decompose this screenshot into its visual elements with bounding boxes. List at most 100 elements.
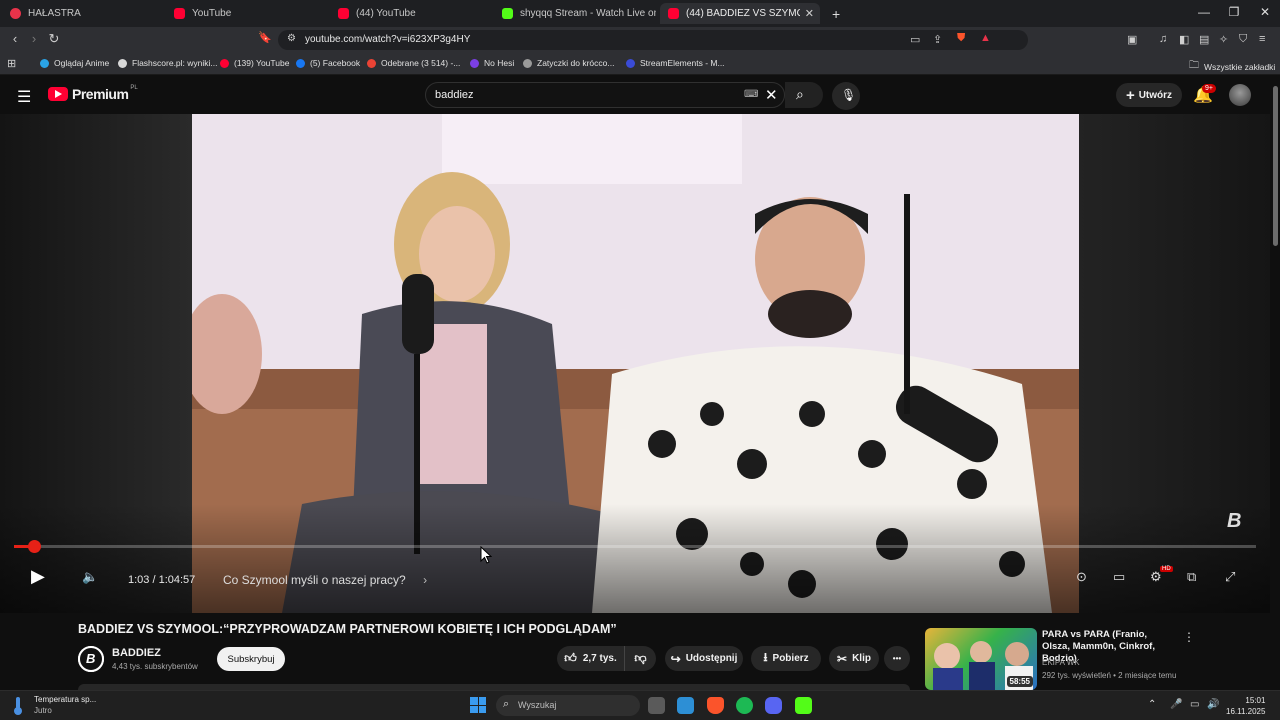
more-options-icon[interactable]: ⋮	[1183, 630, 1195, 644]
menu-icon[interactable]: ≡	[1259, 33, 1265, 45]
bookmark-item[interactable]: No Hesi	[470, 58, 514, 68]
chapter-title[interactable]: Co Szymool myśli o naszej pracy? ›	[223, 573, 427, 587]
cast-icon[interactable]: ▭	[910, 33, 920, 46]
site-info-icon[interactable]: ⚙	[287, 33, 296, 44]
youtube-premium-logo[interactable]: Premium PL	[48, 85, 138, 102]
system-clock[interactable]: 15:01 16.11.2025	[1226, 695, 1265, 717]
back-icon[interactable]: ‹	[6, 31, 24, 46]
time-display: 1:03 / 1:04:57	[128, 574, 196, 586]
sidebar-icon[interactable]: ◧	[1179, 33, 1189, 46]
discord-icon[interactable]	[765, 697, 782, 714]
share-icon[interactable]: ⇪	[933, 33, 942, 46]
wallet-icon[interactable]: ▤	[1199, 33, 1209, 46]
page-scrollbar[interactable]	[1271, 76, 1280, 690]
close-tab-icon[interactable]: ✕	[805, 7, 814, 20]
microphone-tray-icon[interactable]: 🎤	[1170, 699, 1182, 710]
bookmark-item[interactable]: (139) YouTube	[220, 58, 289, 68]
download-button[interactable]: ⭳ Pobierz	[751, 646, 821, 671]
miniplayer-icon[interactable]: ⧉	[1187, 569, 1196, 585]
brave-shields-icon[interactable]: ⛊	[957, 32, 965, 45]
tab-kick[interactable]: shyqqq Stream - Watch Live on Kick	[494, 3, 656, 24]
music-icon[interactable]: ♫	[1159, 33, 1167, 45]
desktop-app-icon[interactable]	[677, 697, 694, 714]
network-icon[interactable]: ▭	[1190, 699, 1199, 710]
tab-label: (44) YouTube	[356, 8, 416, 19]
scrollbar-thumb[interactable]	[1273, 86, 1278, 246]
minimize-icon[interactable]: —	[1189, 5, 1219, 19]
tab-active-video[interactable]: (44) BADDIEZ VS SZYMOOL:"PRZ ✕	[660, 3, 820, 24]
chevron-up-icon[interactable]: ⌃	[1148, 699, 1156, 710]
like-button[interactable]: 👍︎ 2,7 tys.	[557, 646, 624, 671]
scrubber-handle[interactable]	[28, 540, 41, 553]
leo-ai-icon[interactable]: ✧	[1219, 33, 1228, 46]
autoplay-toggle-icon[interactable]: ⊙	[1076, 569, 1087, 585]
more-actions-button[interactable]: •••	[884, 646, 910, 671]
avatar[interactable]	[1229, 84, 1251, 106]
bookmark-item[interactable]: Oglądaj Anime	[40, 58, 109, 68]
progress-bar[interactable]	[14, 540, 1256, 553]
bookmark-label: Oglądaj Anime	[54, 58, 110, 68]
url-bar[interactable]: ⚙ youtube.com/watch?v=i623XP3g4HY ▭ ⇪ ⛊ …	[278, 30, 1028, 50]
clip-button[interactable]: ✂ Klip	[829, 646, 879, 671]
subscriber-count: 4,43 tys. subskrybentów	[112, 662, 198, 671]
clear-search-icon[interactable]: ✕	[765, 86, 778, 104]
close-window-icon[interactable]: ✕	[1250, 5, 1280, 19]
fullscreen-icon[interactable]: ⤢	[1225, 569, 1235, 585]
share-button[interactable]: ↪ Udostępnij	[665, 646, 743, 671]
taskbar-search[interactable]: ⌕ Wyszukaj	[496, 695, 640, 716]
bookmarks-bar: ⊞ Oglądaj Anime Flashscore.pl: wyniki...…	[0, 53, 1280, 75]
bookmark-item[interactable]: Zatyczki do krócco...	[523, 58, 614, 68]
play-icon[interactable]: ▶	[31, 566, 45, 587]
bookmark-label: No Hesi	[484, 58, 515, 68]
brave-browser-icon[interactable]	[707, 697, 724, 714]
bookmark-item[interactable]: Flashscore.pl: wyniki...	[118, 58, 218, 68]
channel-name[interactable]: BADDIEZ	[112, 647, 161, 659]
reload-icon[interactable]: ↻	[45, 31, 63, 47]
windows-start-icon[interactable]	[470, 697, 486, 713]
speaker-icon[interactable]: 🔊	[1207, 699, 1219, 710]
search-button[interactable]: ⌕	[785, 82, 823, 108]
voice-search-button[interactable]: 🎙	[832, 82, 860, 110]
video-player[interactable]: ▶ 🔈 1:03 / 1:04:57 Co Szymool myśli o na…	[0, 114, 1270, 613]
keyboard-icon[interactable]: ⌨	[744, 89, 758, 100]
weather-widget[interactable]: Temperatura sp... Jutro	[34, 694, 96, 716]
recommended-video-thumbnail[interactable]: 58:55	[925, 628, 1037, 690]
subscribe-button[interactable]: Subskrybuj	[217, 647, 285, 671]
kick-app-icon[interactable]	[795, 697, 812, 714]
sidebar-panel-icon[interactable]: ▣	[1127, 33, 1137, 46]
download-label: Pobierz	[772, 653, 809, 664]
channel-avatar[interactable]: B	[78, 646, 104, 672]
channel-watermark-logo[interactable]: B	[1227, 510, 1241, 533]
url-text[interactable]: youtube.com/watch?v=i623XP3g4HY	[305, 34, 470, 45]
recommended-channel[interactable]: EKIPA WK	[1042, 658, 1080, 667]
tab-youtube-44[interactable]: (44) YouTube	[330, 3, 490, 24]
bookmark-item[interactable]: Odebrane (3 514) -...	[367, 58, 460, 68]
tab-halastra[interactable]: HAŁASTRA	[2, 3, 162, 24]
new-tab-button[interactable]: +	[824, 3, 844, 24]
bookmark-favicon-icon	[470, 58, 479, 68]
apps-grid-icon[interactable]: ⊞	[7, 57, 16, 70]
tab-youtube[interactable]: YouTube	[166, 3, 326, 24]
youtube-favicon-icon	[338, 8, 349, 19]
spotify-icon[interactable]	[736, 697, 753, 714]
maximize-icon[interactable]: ❐	[1219, 5, 1249, 19]
search-input[interactable]: baddiez ⌨ ✕	[425, 82, 785, 108]
task-view-icon[interactable]	[648, 697, 665, 714]
kick-favicon-icon	[502, 8, 513, 19]
hamburger-menu-icon[interactable]: ☰	[17, 87, 31, 107]
search-value[interactable]: baddiez	[435, 89, 474, 101]
bookmark-item[interactable]: StreamElements - M...	[626, 58, 725, 68]
tab-label: HAŁASTRA	[28, 8, 81, 19]
vpn-icon[interactable]: ⛉	[1239, 33, 1247, 46]
plus-icon: +	[1125, 86, 1135, 104]
subtitles-icon[interactable]: ▭	[1113, 569, 1125, 585]
bookmark-icon[interactable]: 🔖	[256, 31, 274, 44]
dislike-button[interactable]: 👎︎	[624, 646, 656, 671]
tab-label: shyqqq Stream - Watch Live on Kick	[520, 8, 656, 19]
all-bookmarks-button[interactable]: 🗀 Wszystkie zakładki	[1189, 58, 1275, 75]
volume-icon[interactable]: 🔈	[82, 569, 98, 585]
bookmark-item[interactable]: (5) Facebook	[296, 58, 360, 68]
brave-rewards-icon[interactable]: ▲	[980, 32, 991, 44]
forward-icon[interactable]: ›	[25, 31, 43, 46]
create-button[interactable]: + Utwórz	[1116, 83, 1182, 107]
